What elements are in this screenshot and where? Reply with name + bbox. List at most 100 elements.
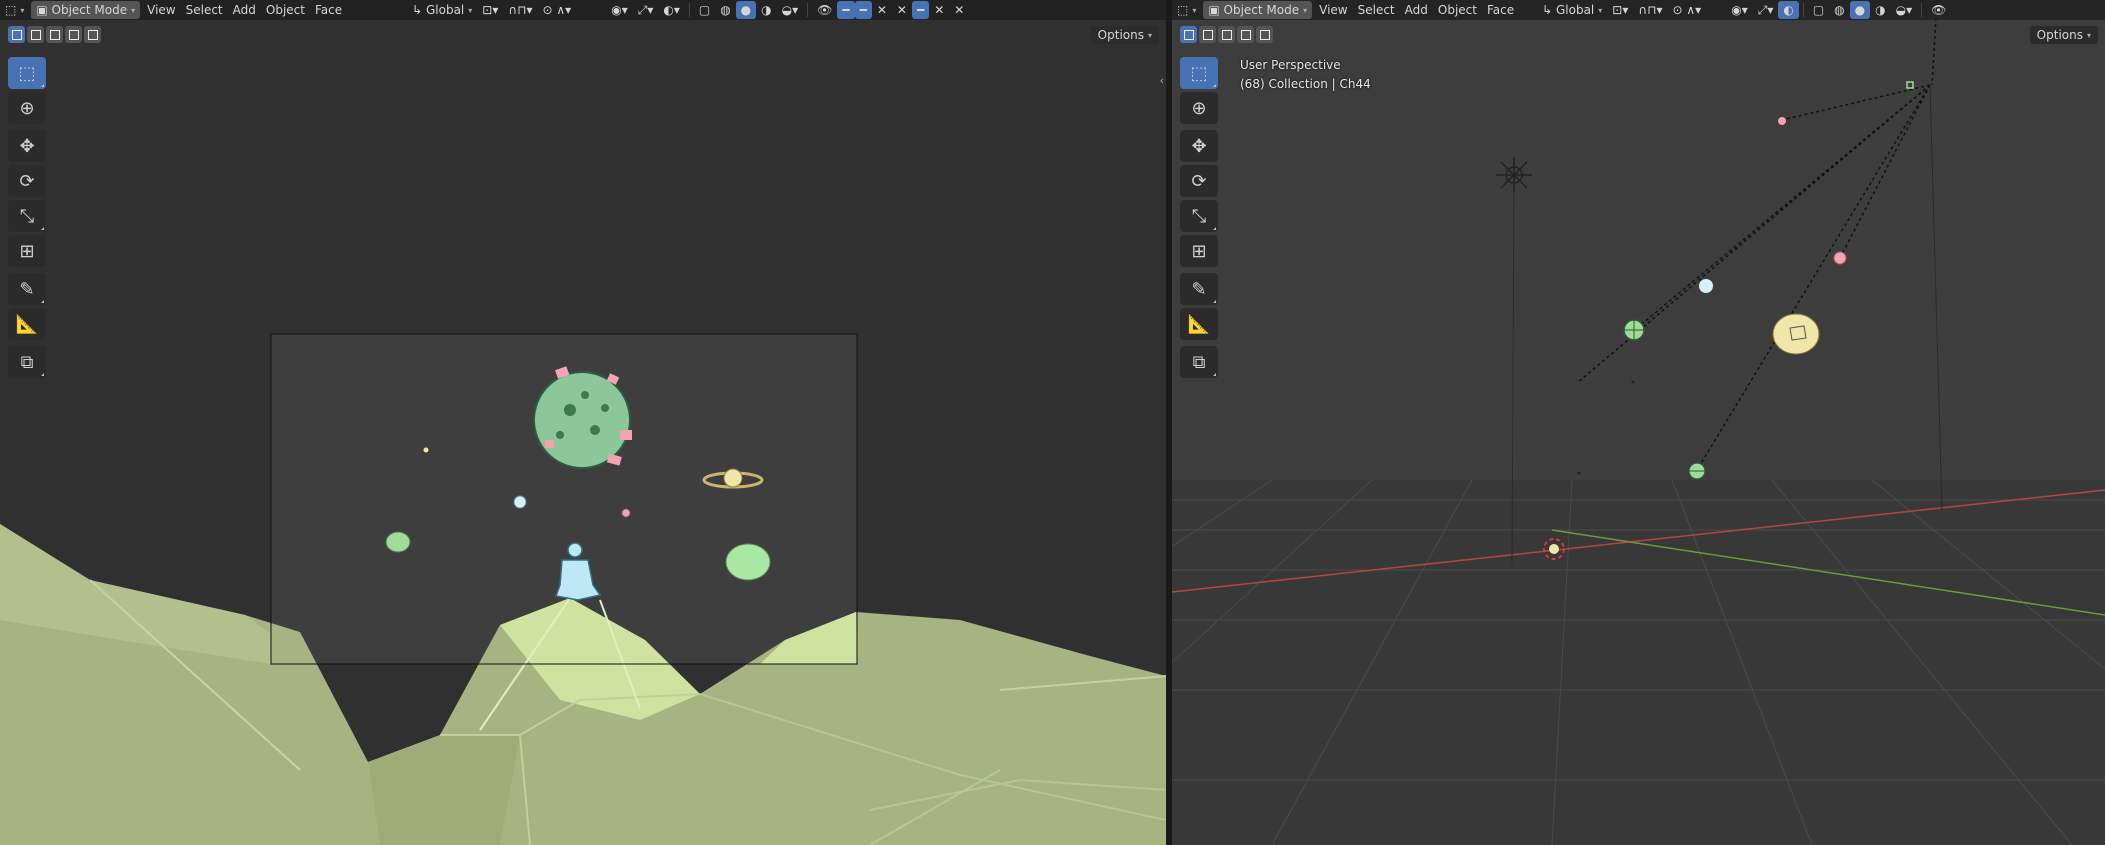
options-label: Options bbox=[1097, 28, 1144, 42]
pivot-icon[interactable]: ⊡▾ bbox=[477, 1, 503, 19]
rendered-shading-icon[interactable]: ◒▾ bbox=[777, 1, 804, 19]
rotate-tool-icon[interactable]: ⟳ bbox=[8, 165, 46, 197]
pink-planet-object bbox=[1833, 251, 1847, 265]
eye-icon[interactable]: 👁 bbox=[1926, 1, 1951, 19]
select-box-tool-icon[interactable]: ⬚ bbox=[1180, 57, 1218, 89]
toggle-icon[interactable]: ━ bbox=[837, 1, 855, 19]
mode-label: Object Mode bbox=[51, 3, 128, 17]
move-tool-icon[interactable]: ✥ bbox=[8, 130, 46, 162]
visibility-icon[interactable]: ◉▾ bbox=[1726, 1, 1753, 19]
move-tool-icon[interactable]: ✥ bbox=[1180, 130, 1218, 162]
transform-tool-icon[interactable]: ⊞ bbox=[8, 235, 46, 267]
cube-icon: ▣ bbox=[36, 3, 52, 17]
cube-icon: ▣ bbox=[1208, 3, 1224, 17]
orientation-dropdown[interactable]: ↳ Global ▾ bbox=[407, 1, 477, 19]
menu-object[interactable]: Object bbox=[1433, 1, 1482, 19]
eye-icon[interactable]: 👁 bbox=[812, 1, 837, 19]
select-invert-icon[interactable] bbox=[1237, 26, 1254, 43]
right-3d-viewport[interactable]: ⬚ ▾ ▣ Object Mode ▾ View Select Add Object… bbox=[1172, 0, 2105, 845]
select-subtract-icon[interactable] bbox=[46, 26, 63, 43]
measure-tool-icon[interactable]: 📐 bbox=[8, 308, 46, 340]
selection-mode-buttons bbox=[8, 26, 101, 43]
select-extend-icon[interactable] bbox=[1199, 26, 1216, 43]
axis-icon: ↳ bbox=[1542, 3, 1556, 17]
pink-planet bbox=[621, 508, 631, 518]
rendered-shading-icon[interactable]: ◒▾ bbox=[1891, 1, 1918, 19]
visibility-icon[interactable]: ◉▾ bbox=[606, 1, 633, 19]
green-spiky-planet bbox=[533, 371, 631, 469]
material-shading-icon[interactable]: ◑ bbox=[756, 1, 776, 19]
left-viewport-header: ⬚ ▾ ▣ Object Mode ▾ View Select Add Object… bbox=[0, 0, 1166, 20]
close-icon[interactable]: ✕ bbox=[929, 1, 949, 19]
menu-face[interactable]: Face bbox=[1482, 1, 1519, 19]
snap-icon[interactable]: ∩⊓▾ bbox=[503, 1, 537, 19]
orientation-label: Global bbox=[425, 3, 465, 17]
close-icon[interactable]: ✕ bbox=[949, 1, 969, 19]
menu-object[interactable]: Object bbox=[261, 1, 310, 19]
annotate-tool-icon[interactable]: ✎ bbox=[1180, 273, 1218, 305]
scale-tool-icon[interactable]: ⤡ bbox=[8, 200, 46, 232]
toggle-icon[interactable]: ━ bbox=[911, 1, 930, 19]
cursor-tool-icon[interactable]: ⊕ bbox=[1180, 92, 1218, 124]
scale-tool-icon[interactable]: ⤡ bbox=[1180, 200, 1218, 232]
xray-icon[interactable]: ▢ bbox=[1808, 1, 1829, 19]
select-extend-icon[interactable] bbox=[27, 26, 44, 43]
menu-select[interactable]: Select bbox=[181, 1, 228, 19]
material-shading-icon[interactable]: ◑ bbox=[1870, 1, 1890, 19]
large-green-planet bbox=[725, 543, 771, 581]
orientation-label: Global bbox=[1555, 3, 1595, 17]
menu-view[interactable]: View bbox=[142, 1, 180, 19]
tool-shelf: ⬚ ⊕ ✥ ⟳ ⤡ ⊞ ✎ 📐 ⧉ bbox=[8, 57, 46, 381]
sidebar-collapse-icon[interactable]: ‹ bbox=[1160, 74, 1164, 87]
select-invert-icon[interactable] bbox=[65, 26, 82, 43]
add-cube-tool-icon[interactable]: ⧉ bbox=[8, 346, 46, 378]
select-new-icon[interactable] bbox=[1180, 26, 1197, 43]
menu-add[interactable]: Add bbox=[1400, 1, 1433, 19]
mode-dropdown[interactable]: ▣ Object Mode ▾ bbox=[31, 1, 141, 19]
options-dropdown[interactable]: Options ▾ bbox=[1090, 26, 1159, 44]
overlay-icon[interactable]: ◐ bbox=[1778, 1, 1799, 19]
menu-face[interactable]: Face bbox=[310, 1, 347, 19]
options-label: Options bbox=[2036, 28, 2083, 42]
options-dropdown[interactable]: Options ▾ bbox=[2029, 26, 2098, 44]
toggle-icon[interactable]: ━ bbox=[854, 1, 872, 19]
snap-icon[interactable]: ∩⊓▾ bbox=[1633, 1, 1667, 19]
pink-orb bbox=[1778, 117, 1786, 125]
select-intersect-icon[interactable] bbox=[1256, 26, 1273, 43]
select-intersect-icon[interactable] bbox=[84, 26, 101, 43]
measure-tool-icon[interactable]: 📐 bbox=[1180, 308, 1218, 340]
xray-icon[interactable]: ▢ bbox=[694, 1, 715, 19]
overlay-icon[interactable]: ◐▾ bbox=[658, 1, 685, 19]
gizmo-icon[interactable]: ⤢▾ bbox=[633, 1, 659, 19]
menu-view[interactable]: View bbox=[1314, 1, 1352, 19]
solid-shading-icon[interactable]: ● bbox=[735, 1, 757, 19]
close-icon[interactable]: ✕ bbox=[872, 1, 892, 19]
blue-planet bbox=[513, 495, 527, 509]
add-cube-tool-icon[interactable]: ⧉ bbox=[1180, 346, 1218, 378]
orientation-dropdown[interactable]: ↳ Global ▾ bbox=[1537, 1, 1607, 19]
rotate-tool-icon[interactable]: ⟳ bbox=[1180, 165, 1218, 197]
wireframe-shading-icon[interactable]: ◍ bbox=[715, 1, 735, 19]
left-3d-viewport[interactable]: ⬚ ▾ ▣ Object Mode ▾ View Select Add Object… bbox=[0, 0, 1166, 845]
editor-type-button[interactable]: ⬚ ▾ bbox=[1172, 1, 1201, 19]
tool-shelf: ⬚ ⊕ ✥ ⟳ ⤡ ⊞ ✎ 📐 ⧉ bbox=[1180, 57, 1218, 381]
menu-select[interactable]: Select bbox=[1353, 1, 1400, 19]
gizmo-icon[interactable]: ⤢▾ bbox=[1753, 1, 1779, 19]
mode-label: Object Mode bbox=[1223, 3, 1300, 17]
annotate-tool-icon[interactable]: ✎ bbox=[8, 273, 46, 305]
select-subtract-icon[interactable] bbox=[1218, 26, 1235, 43]
solid-shading-icon[interactable]: ● bbox=[1849, 1, 1871, 19]
proportional-edit-icon[interactable]: ⊙ ∧▾ bbox=[1668, 1, 1707, 19]
mode-dropdown[interactable]: ▣ Object Mode ▾ bbox=[1203, 1, 1313, 19]
cursor-tool-icon[interactable]: ⊕ bbox=[8, 92, 46, 124]
wireframe-shading-icon[interactable]: ◍ bbox=[1829, 1, 1849, 19]
close-icon[interactable]: ✕ bbox=[892, 1, 912, 19]
select-new-icon[interactable] bbox=[8, 26, 25, 43]
transform-tool-icon[interactable]: ⊞ bbox=[1180, 235, 1218, 267]
pivot-icon[interactable]: ⊡▾ bbox=[1607, 1, 1633, 19]
menu-add[interactable]: Add bbox=[228, 1, 261, 19]
selection-mode-buttons bbox=[1180, 26, 1273, 43]
editor-type-button[interactable]: ⬚ ▾ bbox=[0, 1, 29, 19]
proportional-edit-icon[interactable]: ⊙ ∧▾ bbox=[538, 1, 577, 19]
select-box-tool-icon[interactable]: ⬚ bbox=[8, 57, 46, 89]
